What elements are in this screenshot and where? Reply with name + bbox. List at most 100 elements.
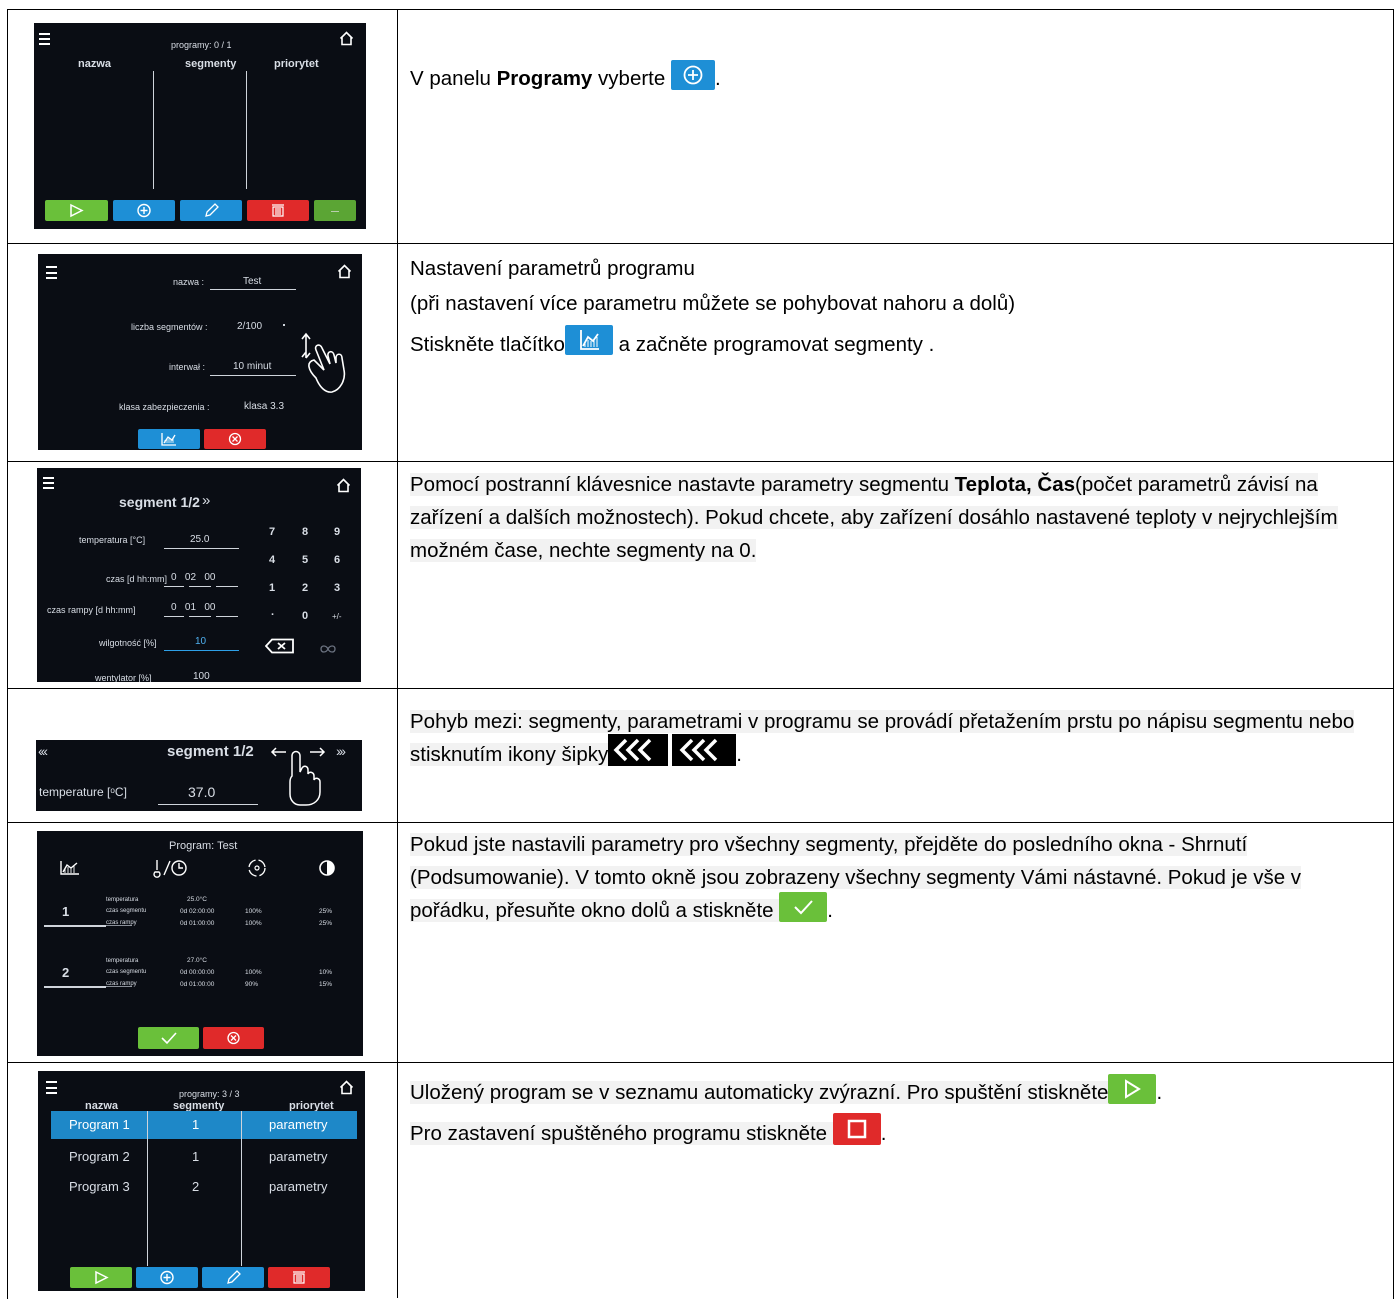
start-button[interactable]: [45, 200, 108, 221]
interval-value[interactable]: 10 minut: [233, 361, 271, 372]
delete-button[interactable]: [268, 1267, 330, 1288]
input-underline: [164, 616, 184, 617]
segment-title[interactable]: segment 1/2: [119, 494, 200, 510]
summary-value: 0d 01:00:00: [180, 981, 215, 988]
program-name[interactable]: Program 2: [69, 1149, 130, 1164]
key[interactable]: 5: [302, 554, 308, 566]
key[interactable]: 2: [302, 582, 308, 594]
column-header-segments: segmenty: [185, 58, 237, 70]
backspace-icon[interactable]: [264, 638, 295, 659]
light-icon: [318, 859, 336, 882]
program-name[interactable]: Program 3: [69, 1179, 130, 1194]
text-segment: Stiskněte tlačítko: [410, 333, 565, 356]
edit-button[interactable]: [180, 200, 242, 221]
extra-button[interactable]: [314, 200, 356, 221]
segments-label: liczba segmentów :: [131, 322, 208, 332]
screen-title: programy: 0 / 1: [171, 40, 232, 50]
next-segment-arrow[interactable]: »: [202, 492, 210, 509]
text-segment: Pro zastavení spuštěného programu stiskn…: [410, 1122, 833, 1145]
param-label: czas [d hh:mm]: [106, 574, 168, 584]
edit-button[interactable]: [202, 1267, 264, 1288]
summary-label: temperatura: [106, 958, 139, 964]
column-header-priority: priorytet: [274, 58, 319, 70]
name-value[interactable]: Test: [243, 276, 261, 287]
input-underline: [210, 289, 296, 290]
input-underline: [216, 586, 238, 587]
param-value[interactable]: 37.0: [188, 784, 215, 800]
param-value[interactable]: 25.0: [190, 534, 209, 545]
param-label: czas rampy [d hh:mm]: [47, 605, 136, 615]
screen-title: programy: 3 / 3: [179, 1089, 240, 1099]
home-icon[interactable]: [339, 1080, 354, 1100]
confirm-icon: [779, 891, 828, 922]
program-segments[interactable]: 1: [192, 1149, 199, 1164]
segment-underline: [44, 925, 106, 927]
key[interactable]: .: [271, 606, 274, 618]
key[interactable]: 7: [269, 526, 275, 538]
key[interactable]: 8: [302, 526, 308, 538]
key[interactable]: 4: [269, 554, 275, 566]
cancel-button[interactable]: [203, 1027, 264, 1049]
key[interactable]: 1: [269, 582, 275, 594]
confirm-button[interactable]: [138, 1027, 199, 1049]
text-bold: Programy: [496, 67, 593, 90]
text-segment: .: [1156, 1081, 1163, 1104]
add-button[interactable]: [113, 200, 175, 221]
summary-fan: 100%: [245, 920, 262, 927]
param-value[interactable]: 0 01 00: [171, 602, 215, 613]
program-priority[interactable]: parametry: [269, 1117, 328, 1132]
text-bold: Teplota, Čas: [954, 473, 1076, 496]
chevrons-left-icon: [608, 733, 669, 766]
key[interactable]: 6: [334, 554, 340, 566]
start-button[interactable]: [70, 1267, 132, 1288]
home-icon[interactable]: [339, 31, 354, 51]
segments-icon: [564, 324, 613, 355]
program-segments[interactable]: 2: [192, 1179, 199, 1194]
program-name[interactable]: Program 1: [69, 1117, 130, 1132]
summary-light: 15%: [319, 981, 333, 988]
cancel-button[interactable]: [204, 429, 266, 449]
param-value[interactable]: 100: [193, 671, 210, 682]
program-summary-screen: Program: Test 1 temperatura 25.0°C czas …: [37, 831, 363, 1056]
param-value[interactable]: 10: [195, 636, 206, 647]
key[interactable]: +/-: [332, 612, 342, 621]
menu-icon[interactable]: [39, 33, 50, 45]
previous-segment-arrows[interactable]: ‹‹‹: [38, 743, 48, 759]
text-line: (při nastavení více parametru můžete se …: [410, 292, 1016, 315]
home-icon[interactable]: [336, 478, 351, 498]
program-segments[interactable]: 1: [192, 1117, 199, 1132]
menu-icon[interactable]: [46, 1081, 57, 1094]
delete-button[interactable]: [247, 200, 309, 221]
key[interactable]: 3: [334, 582, 340, 594]
row1-text: V panelu Programy vyberte .: [410, 59, 1385, 95]
param-value[interactable]: 0 02 00: [171, 572, 215, 583]
text-segment: .: [827, 899, 833, 922]
menu-icon[interactable]: [43, 477, 54, 489]
row-divider: [7, 688, 1394, 689]
input-underline: [189, 616, 211, 617]
row5-text: Pokud jste nastavili parametry pro všech…: [410, 828, 1385, 927]
menu-icon[interactable]: [46, 266, 57, 279]
add-button[interactable]: [136, 1267, 198, 1288]
key[interactable]: 0: [302, 610, 308, 622]
segments-icon: [59, 860, 81, 881]
home-icon[interactable]: [337, 264, 352, 284]
segments-value[interactable]: 2/100: [237, 321, 262, 332]
interval-label: interwał :: [169, 362, 206, 372]
key[interactable]: 9: [334, 526, 340, 538]
segment-title[interactable]: segment 1/2: [167, 743, 254, 760]
infinity-icon[interactable]: [319, 641, 337, 659]
row-divider: [7, 1062, 1394, 1063]
segment-number: 1: [62, 904, 70, 919]
program-priority[interactable]: parametry: [269, 1149, 328, 1164]
text-segment: Uložený program se v seznamu automaticky…: [410, 1081, 1109, 1104]
program-priority[interactable]: parametry: [269, 1179, 328, 1194]
fan-icon: [247, 858, 267, 883]
row4-text: Pohyb mezi: segmenty, parametrami v prog…: [410, 705, 1375, 771]
programs-empty-screen: programy: 0 / 1 nazwa segmenty priorytet: [34, 23, 366, 229]
segments-button[interactable]: [138, 429, 200, 449]
input-underline: [210, 375, 296, 376]
text-segment: Pokud jste nastavili parametry pro všech…: [410, 833, 1302, 922]
stop-icon: [832, 1112, 881, 1145]
column-divider: [241, 1111, 242, 1266]
